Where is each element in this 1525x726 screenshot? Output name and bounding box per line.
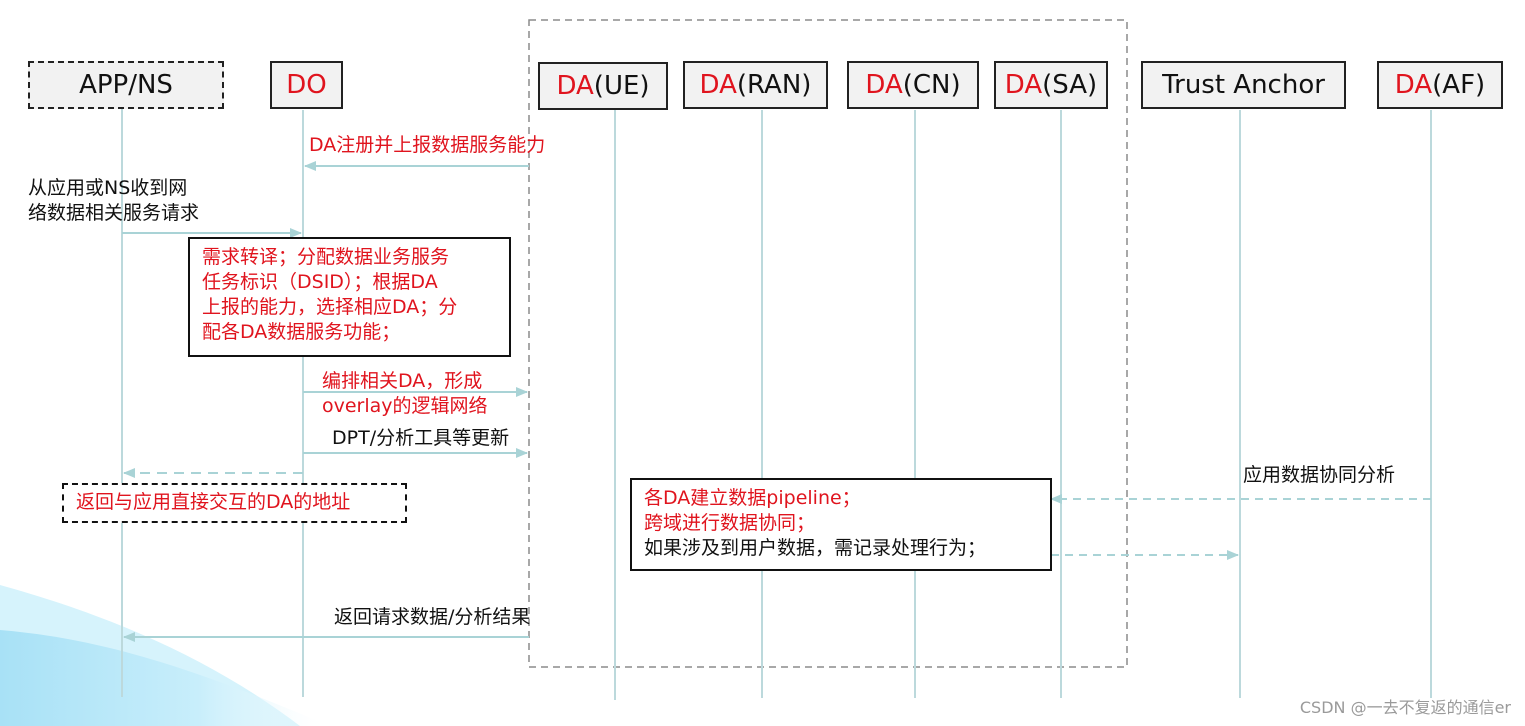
- actor-app-ns: APP/NS: [28, 61, 224, 109]
- actor-name: (RAN): [736, 70, 812, 100]
- note-line: 上报的能力，选择相应DA；分: [202, 296, 458, 318]
- note-line: 各DA建立数据pipeline；: [644, 487, 861, 509]
- actor-prefix: DA: [556, 71, 594, 101]
- label-line: overlay的逻辑网络: [322, 395, 488, 417]
- note-return-da-address: 返回与应用直接交互的DA的地址: [62, 483, 407, 523]
- actor-da-cn: DA(CN): [847, 61, 979, 109]
- actor-prefix: DO: [286, 70, 327, 100]
- message-label-return-results: 返回请求数据/分析结果: [334, 606, 531, 628]
- note-pipeline: 各DA建立数据pipeline； 跨域进行数据协同； 如果涉及到用户数据，需记录…: [630, 478, 1052, 571]
- note-line: 跨域进行数据协同；: [644, 512, 816, 534]
- actor-prefix: DA: [865, 70, 903, 100]
- label-line: 络数据相关服务请求: [28, 202, 200, 224]
- label-line: 从应用或NS收到网: [28, 177, 188, 199]
- message-label-dpt-update: DPT/分析工具等更新: [332, 427, 510, 449]
- watermark: CSDN @一去不复返的通信er: [1299, 698, 1511, 717]
- actor-prefix: DA: [699, 70, 737, 100]
- actor-da-ran: DA(RAN): [683, 61, 828, 109]
- actor-name: (CN): [902, 70, 961, 100]
- actor-name: (SA): [1042, 70, 1098, 100]
- message-label-service-request: 从应用或NS收到网 络数据相关服务请求: [28, 176, 199, 226]
- actor-prefix: DA: [1394, 70, 1433, 100]
- note-line: 配各DA数据服务功能；: [202, 321, 401, 343]
- message-label-da-register: DA注册并上报数据服务能力: [309, 134, 546, 156]
- note-line: 如果涉及到用户数据，需记录处理行为；: [644, 537, 987, 559]
- actor-name: (UE): [593, 71, 650, 101]
- actor-da-ue: DA(UE): [538, 62, 668, 110]
- note-do-processing: 需求转译；分配数据业务服务 任务标识（DSID）；根据DA 上报的能力，选择相应…: [188, 237, 511, 357]
- message-label-orchestrate: 编排相关DA，形成 overlay的逻辑网络: [322, 369, 488, 419]
- actor-trust-anchor: Trust Anchor: [1141, 61, 1346, 109]
- note-line: 需求转译；分配数据业务服务: [202, 246, 450, 268]
- actor-prefix: DA: [1004, 70, 1043, 100]
- actor-name: (AF): [1432, 70, 1486, 100]
- actor-do: DO: [270, 61, 343, 109]
- actor-name: APP/NS: [79, 70, 173, 100]
- actor-name: Trust Anchor: [1162, 70, 1325, 100]
- note-line: 任务标识（DSID）；根据DA: [202, 271, 438, 293]
- label-line: 编排相关DA，形成: [322, 370, 483, 392]
- note-line: 返回与应用直接交互的DA的地址: [76, 491, 351, 513]
- actor-da-sa: DA(SA): [994, 61, 1108, 109]
- message-label-collab-analysis: 应用数据协同分析: [1243, 464, 1396, 486]
- actor-da-af: DA(AF): [1377, 61, 1503, 109]
